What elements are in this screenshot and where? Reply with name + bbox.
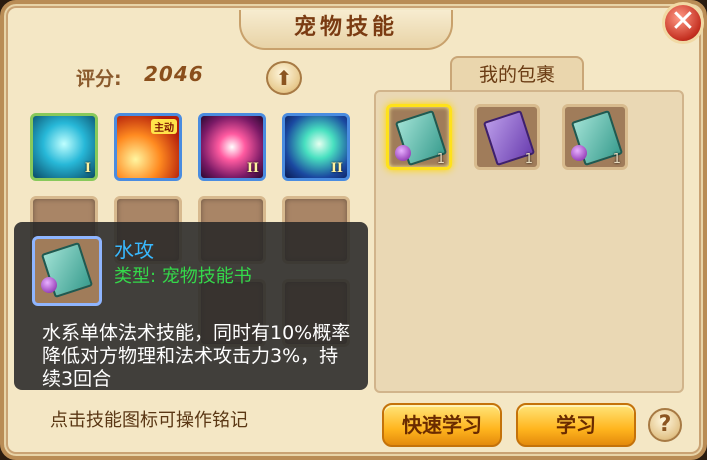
bag-item-skill-book[interactable]: 1 [562,104,628,170]
pet-skill-panel: 宠物技能 评分: 2046 ⬆ I 主动 II II 我的包裹 1 1 1 水攻… [0,0,707,460]
purple-orb-icon [41,277,57,293]
tooltip-item-icon [32,236,102,306]
skill-level: II [246,161,259,176]
up-arrow-icon: ⬆ [275,66,293,90]
quick-learn-button[interactable]: 快速学习 [382,403,502,447]
bag-grid: 1 1 1 [374,90,684,393]
score-value: 2046 [144,62,204,86]
skill-slot-water-ghost[interactable]: I [30,113,98,181]
bag-item-skill-book-selected[interactable]: 1 [386,104,452,170]
item-count: 1 [524,152,533,167]
skill-slot-crimson-star[interactable]: II [198,113,266,181]
help-button[interactable]: ? [648,408,682,442]
title-banner: 宠物技能 [239,10,453,50]
skill-slot-fire-burst[interactable]: 主动 [114,113,182,181]
active-skill-badge: 主动 [151,119,177,134]
score-label: 评分: [76,68,122,90]
item-count: 1 [436,152,445,167]
bag-item-purple-book[interactable]: 1 [474,104,540,170]
tooltip-item-name: 水攻 [114,238,154,262]
item-tooltip: 水攻 类型: 宠物技能书 水系单体法术技能，同时有10%概率降低对方物理和法术攻… [14,222,368,390]
skill-level: I [84,161,91,176]
inscription-hint: 点击技能图标可操作铭记 [50,410,248,431]
window-title: 宠物技能 [293,15,398,40]
purple-orb-icon [395,145,411,161]
tab-my-bag[interactable]: 我的包裹 [450,56,584,92]
upgrade-button[interactable]: ⬆ [266,61,302,95]
item-count: 1 [612,152,621,167]
purple-orb-icon [571,145,587,161]
question-mark-icon: ? [658,412,672,437]
tooltip-item-type: 类型: 宠物技能书 [114,266,252,287]
tooltip-description: 水系单体法术技能，同时有10%概率降低对方物理和法术攻击力3%，持续3回合 [42,322,351,390]
skill-slot-lightning-slash[interactable]: II [282,113,350,181]
learn-button[interactable]: 学习 [516,403,636,447]
close-button[interactable]: ✕ [662,2,704,44]
skill-level: II [330,161,343,176]
close-icon: ✕ [670,4,696,39]
